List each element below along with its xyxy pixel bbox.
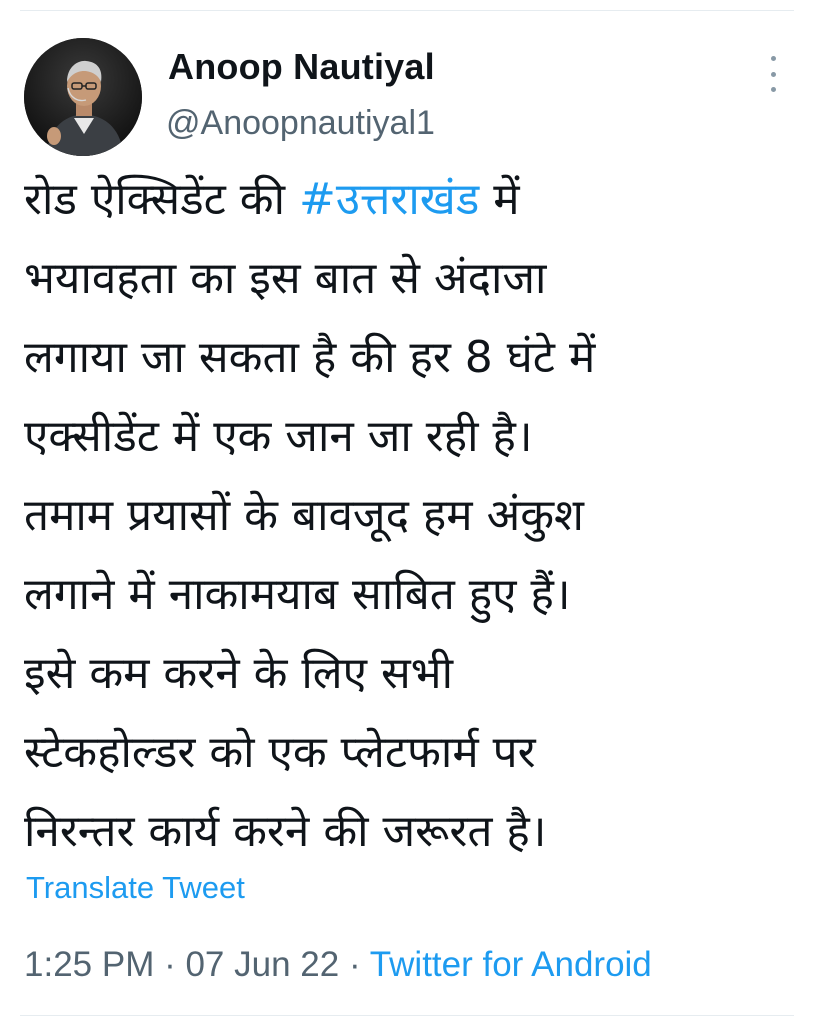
tweet-line: लगाने में नाकामयाब साबित हुए हैं।: [24, 569, 571, 620]
tweet-metadata: 1:25 PM · 07 Jun 22 · Twitter for Androi…: [24, 945, 652, 985]
author-handle[interactable]: @Anoopnautiyal1: [166, 104, 435, 143]
tweet-source-link[interactable]: Twitter for Android: [370, 945, 652, 984]
tweet-line: इसे कम करने के लिए सभी: [24, 648, 454, 699]
tweet-line: एक्सीडेंट में एक जान जा रही है।: [24, 411, 533, 462]
tweet-line: स्टेकहोल्डर को एक प्लेटफार्म पर: [24, 727, 536, 778]
bottom-divider: [20, 1015, 794, 1016]
meta-separator: ·: [154, 945, 186, 984]
tweet-line-text: में: [479, 174, 520, 225]
more-dot-icon: [770, 71, 776, 77]
tweet-screenshot: Anoop Nautiyal @Anoopnautiyal1 रोड ऐक्सि…: [0, 0, 814, 1024]
tweet-line: निरन्तर कार्य करने की जरूरत है।: [24, 806, 547, 857]
tweet-body: रोड ऐक्सिडेंट की #उत्तराखंड में भयावहता …: [24, 160, 804, 871]
tweet-line: तमाम प्रयासों के बावजूद हम अंकुश: [24, 490, 584, 541]
hashtag-link[interactable]: #उत्तराखंड: [299, 174, 479, 225]
more-dot-icon: [770, 87, 776, 92]
tweet-line-text: रोड ऐक्सिडेंट की: [24, 174, 299, 225]
tweet-date[interactable]: 07 Jun 22: [185, 945, 339, 984]
tweet-time[interactable]: 1:25 PM: [24, 945, 154, 984]
tweet-line: भयावहता का इस बात से अंदाजा: [24, 253, 547, 304]
more-options-button[interactable]: [758, 56, 788, 92]
author-display-name[interactable]: Anoop Nautiyal: [168, 46, 435, 88]
tweet-line: लगाया जा सकता है की हर 8 घंटे में: [24, 332, 596, 383]
profile-photo-icon: [24, 38, 142, 156]
translate-tweet-link[interactable]: Translate Tweet: [26, 870, 245, 906]
avatar[interactable]: [24, 38, 142, 156]
meta-separator: ·: [339, 945, 370, 984]
tweet-line: रोड ऐक्सिडेंट की #उत्तराखंड में: [24, 160, 804, 239]
top-divider: [20, 10, 794, 11]
more-dot-icon: [770, 56, 776, 61]
